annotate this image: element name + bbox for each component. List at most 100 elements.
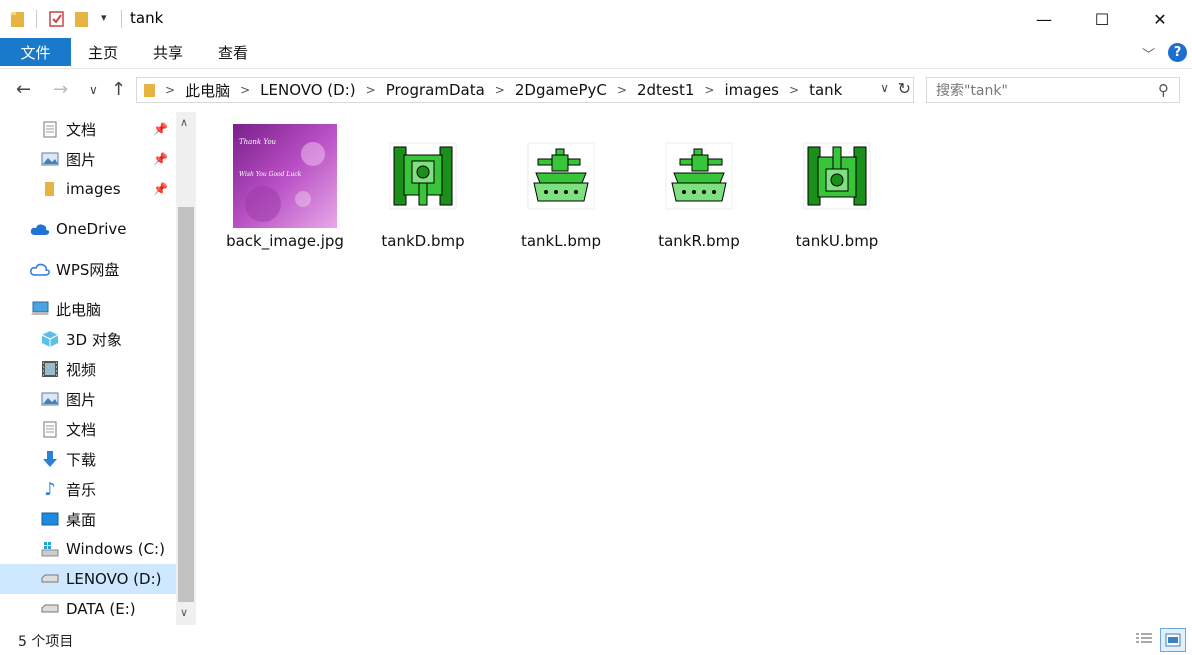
sidebar-item-pictures[interactable]: 图片 [0,384,176,414]
image-thumbnail: Thank You Wish You Good Luck [233,124,337,228]
music-icon: ♪ [44,478,56,500]
search-input[interactable]: 搜索"tank" ⚲ [926,77,1180,103]
sidebar-item-windows-drive[interactable]: Windows (C:) [0,534,176,564]
sidebar-item-label: 此电脑 [56,300,102,319]
sidebar-item-this-pc[interactable]: 此电脑 [0,294,176,324]
pin-icon[interactable]: 📌 [153,182,168,196]
wps-cloud-icon [30,259,50,279]
scroll-up-icon[interactable]: ∧ [180,116,188,129]
sidebar-item-music[interactable]: ♪ 音乐 [0,474,176,504]
desktop-icon [40,509,60,529]
video-icon [40,359,60,379]
pin-icon[interactable]: 📌 [153,122,168,136]
search-icon[interactable]: ⚲ [1158,81,1169,99]
cloud-icon [30,219,50,239]
pin-icon[interactable]: 📌 [153,152,168,166]
file-item[interactable]: Thank You Wish You Good Luck back_image.… [220,124,350,250]
breadcrumb-2dgamepyc[interactable]: 2DgamePyC [515,81,607,99]
tab-home[interactable]: 主页 [88,38,118,66]
file-name: tankU.bmp [795,232,879,250]
help-icon[interactable]: ? [1168,43,1187,62]
file-item[interactable]: tankR.bmp [634,124,764,250]
thumb-caption-2: Wish You Good Luck [239,171,302,178]
scroll-down-icon[interactable]: ∨ [180,606,188,619]
sidebar-item-label: WPS网盘 [56,260,120,279]
sidebar-item-documents[interactable]: 文档 [0,414,176,444]
forward-button[interactable]: → [53,79,68,100]
large-icons-view-button[interactable] [1160,628,1186,652]
breadcrumb-separator[interactable]: > [789,83,799,97]
sidebar-item-label: 文档 [66,120,97,139]
address-dropdown-icon[interactable]: ∨ [880,81,889,95]
pictures-icon [40,389,60,409]
breadcrumb-separator[interactable]: > [366,83,376,97]
sidebar-item-label: OneDrive [56,220,127,238]
breadcrumb-separator[interactable]: > [240,83,250,97]
sidebar-item-label: 桌面 [66,510,97,529]
tab-file[interactable]: 文件 [0,38,71,66]
sidebar-item-onedrive[interactable]: OneDrive [0,214,176,244]
toolbar-separator [36,10,37,28]
breadcrumb-images[interactable]: images [724,81,779,99]
file-item[interactable]: tankU.bmp [772,124,902,250]
large-icons-view-icon [1165,633,1181,647]
breadcrumb-this-pc[interactable]: 此电脑 [185,80,230,101]
breadcrumb-separator[interactable]: > [495,83,505,97]
navigation-pane: 文档 📌 图片 📌 images 📌 OneDrive WPS网盘 此电脑 3D… [0,112,196,625]
tab-share[interactable]: 共享 [153,38,183,66]
tank-left-thumbnail [509,124,613,228]
sidebar-item-documents-quick[interactable]: 文档 📌 [0,114,176,144]
customize-toolbar-icon[interactable]: ▾ [101,11,107,24]
sidebar-item-label: DATA (E:) [66,600,136,618]
refresh-icon[interactable]: ↻ [898,79,911,98]
breadcrumb-separator: > [165,83,176,97]
tab-view[interactable]: 查看 [218,38,248,66]
recent-locations-icon[interactable]: ∨ [89,83,98,97]
close-button[interactable]: ✕ [1130,0,1190,38]
file-list: Thank You Wish You Good Luck back_image.… [200,112,1190,625]
file-item[interactable]: tankD.bmp [358,124,488,250]
sidebar-item-images[interactable]: images 📌 [0,174,176,204]
breadcrumb-separator[interactable]: > [704,83,714,97]
file-name: tankD.bmp [381,232,465,250]
breadcrumb-lenovo-drive[interactable]: LENOVO (D:) [260,81,355,99]
sidebar-item-label: 文档 [66,420,97,439]
title-bar: ▾ tank — ☐ ✕ [0,0,1192,38]
details-view-button[interactable] [1132,628,1156,650]
sidebar-item-desktop[interactable]: 桌面 [0,504,176,534]
pictures-icon [40,149,60,169]
sidebar-item-downloads[interactable]: 下载 [0,444,176,474]
minimize-button[interactable]: — [1014,0,1074,38]
sidebar-item-wps-cloud[interactable]: WPS网盘 [0,254,176,284]
maximize-button[interactable]: ☐ [1072,0,1132,38]
tank-down-thumbnail [371,124,475,228]
document-icon [40,119,60,139]
document-icon [40,419,60,439]
address-bar[interactable]: > 此电脑 > LENOVO (D:) > ProgramData > 2Dga… [136,77,914,103]
toolbar-separator [121,10,122,28]
sidebar-item-label: 视频 [66,360,97,379]
thumb-caption-1: Thank You [239,138,277,146]
sidebar-item-label: 3D 对象 [66,330,122,349]
folder-icon [11,12,24,27]
sidebar-item-data-drive[interactable]: DATA (E:) [0,594,176,624]
up-button[interactable]: ↑ [111,79,126,100]
breadcrumb-2dtest1[interactable]: 2dtest1 [637,81,694,99]
folder-icon [40,179,60,199]
sidebar-item-pictures-quick[interactable]: 图片 📌 [0,144,176,174]
file-name: tankR.bmp [658,232,740,250]
file-item[interactable]: tankL.bmp [496,124,626,250]
new-folder-icon[interactable] [74,10,90,28]
breadcrumb-tank[interactable]: tank [809,81,842,99]
properties-icon[interactable] [48,10,66,28]
sidebar-scrollbar[interactable]: ∧ ∨ [176,112,196,625]
breadcrumb-programdata[interactable]: ProgramData [386,81,485,99]
back-button[interactable]: ← [16,79,31,100]
expand-ribbon-icon[interactable]: ﹀ [1142,44,1155,63]
sidebar-item-3d-objects[interactable]: 3D 对象 [0,324,176,354]
search-placeholder: 搜索"tank" [936,83,1008,99]
sidebar-item-videos[interactable]: 视频 [0,354,176,384]
breadcrumb-separator[interactable]: > [617,83,627,97]
scrollbar-thumb[interactable] [178,207,194,602]
sidebar-item-lenovo-drive[interactable]: LENOVO (D:) [0,564,176,594]
